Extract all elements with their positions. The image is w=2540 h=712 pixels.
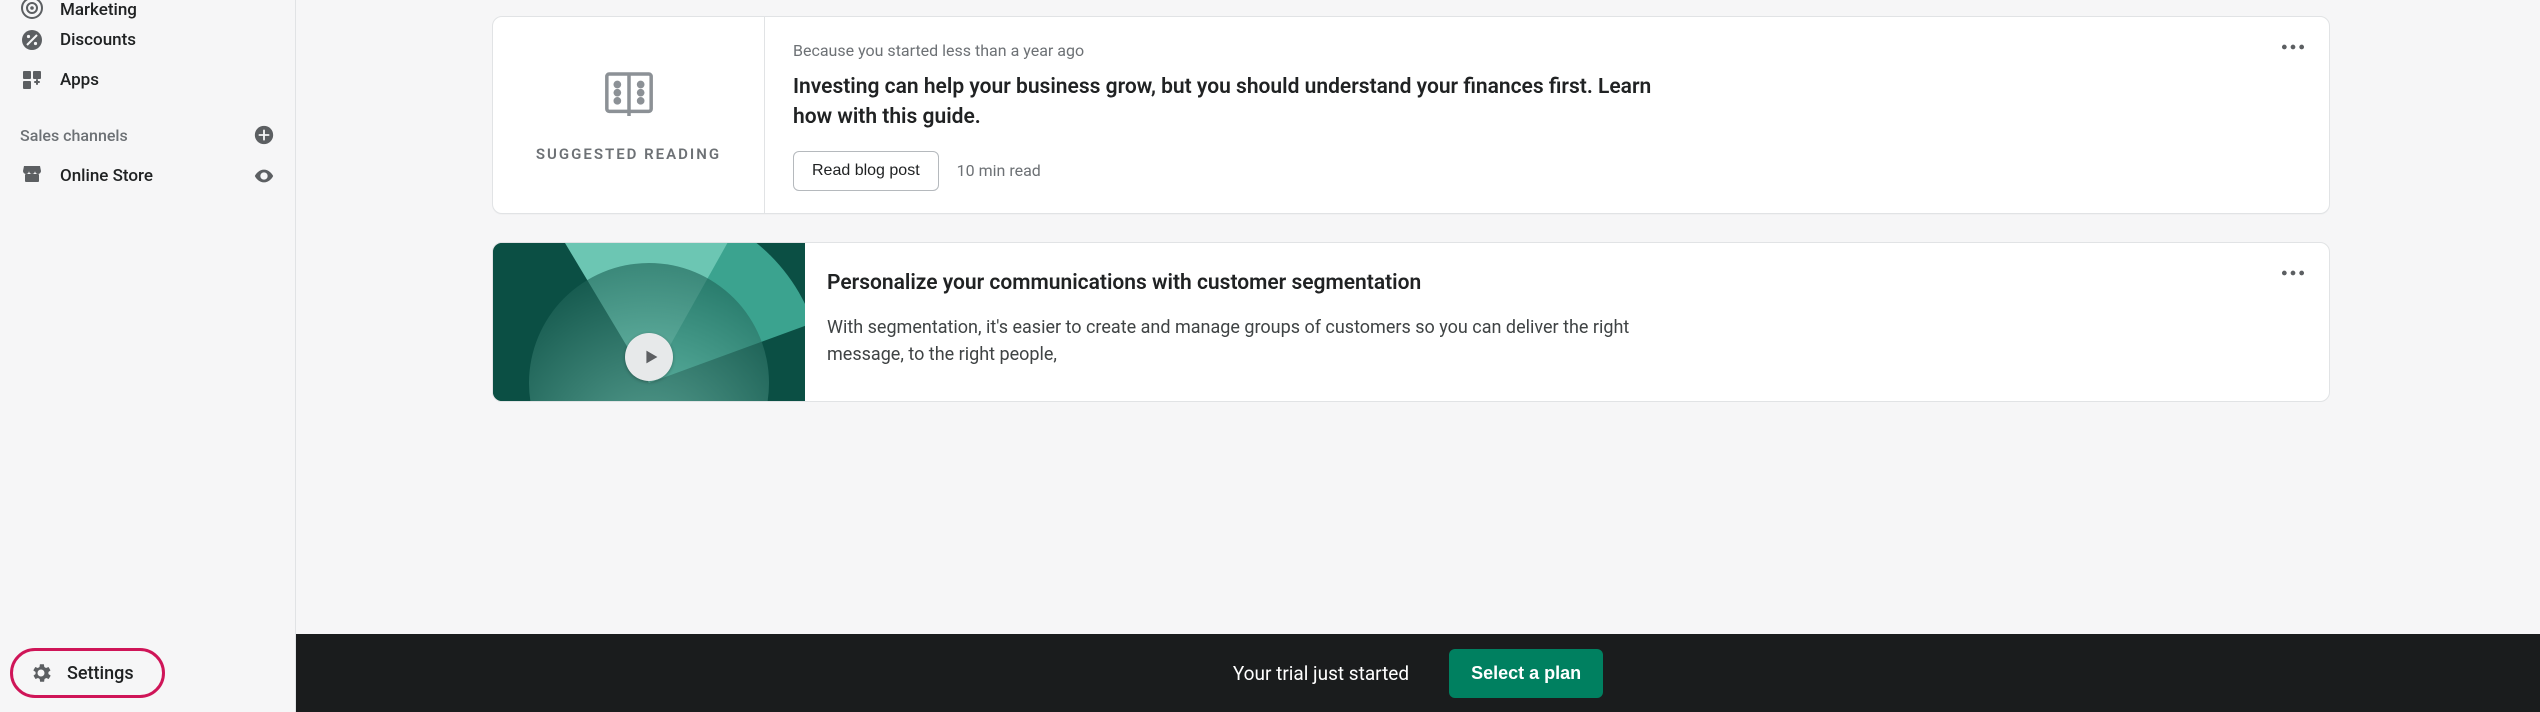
sidebar-item-label: Online Store bbox=[60, 166, 153, 186]
view-store-button[interactable] bbox=[253, 165, 275, 187]
sidebar-item-label: Marketing bbox=[60, 0, 137, 20]
sales-channels-header: Sales channels bbox=[0, 100, 295, 156]
store-icon bbox=[20, 162, 44, 191]
card-menu-button[interactable] bbox=[2279, 265, 2307, 281]
settings-label: Settings bbox=[67, 663, 134, 684]
card-menu-button[interactable] bbox=[2279, 39, 2307, 55]
read-blog-post-button[interactable]: Read blog post bbox=[793, 151, 939, 191]
select-plan-button[interactable]: Select a plan bbox=[1449, 649, 1603, 698]
read-time: 10 min read bbox=[957, 161, 1041, 180]
sidebar-item-label: Discounts bbox=[60, 30, 136, 50]
card-caption: SUGGESTED READING bbox=[536, 145, 721, 163]
trial-banner: Your trial just started Select a plan bbox=[296, 634, 2540, 712]
gear-icon bbox=[29, 661, 53, 685]
card-body: Because you started less than a year ago… bbox=[765, 17, 2329, 213]
sidebar-item-apps[interactable]: Apps bbox=[8, 60, 287, 100]
card-title: Personalize your communications with cus… bbox=[827, 269, 1607, 298]
nav-list: Marketing Discounts Apps bbox=[0, 0, 295, 100]
play-button[interactable] bbox=[625, 333, 673, 381]
target-icon bbox=[20, 0, 44, 20]
card-eyebrow: Because you started less than a year ago bbox=[793, 41, 2301, 60]
card-left-pane: SUGGESTED READING bbox=[493, 17, 765, 213]
sidebar-item-label: Apps bbox=[60, 70, 99, 90]
apps-icon bbox=[20, 68, 44, 92]
trial-message: Your trial just started bbox=[1233, 662, 1409, 685]
add-channel-button[interactable] bbox=[253, 124, 275, 146]
sidebar: Marketing Discounts Apps Sales channels bbox=[0, 0, 296, 712]
sidebar-item-marketing[interactable]: Marketing bbox=[8, 0, 287, 20]
sidebar-item-discounts[interactable]: Discounts bbox=[8, 20, 287, 60]
section-label: Sales channels bbox=[20, 126, 128, 145]
suggested-reading-card: SUGGESTED READING Because you started le… bbox=[492, 16, 2330, 214]
settings-button[interactable]: Settings bbox=[10, 648, 165, 698]
card-body: Personalize your communications with cus… bbox=[805, 243, 2329, 401]
app-root: Marketing Discounts Apps Sales channels bbox=[0, 0, 2540, 712]
percent-icon bbox=[20, 28, 44, 52]
card-actions: Read blog post 10 min read bbox=[793, 151, 2301, 191]
card-media bbox=[493, 243, 805, 401]
card-title: Investing can help your business grow, b… bbox=[793, 72, 1693, 133]
sidebar-item-online-store[interactable]: Online Store bbox=[0, 156, 295, 196]
segmentation-card: Personalize your communications with cus… bbox=[492, 242, 2330, 402]
main-content: SUGGESTED READING Because you started le… bbox=[296, 0, 2540, 712]
card-description: With segmentation, it's easier to create… bbox=[827, 314, 1647, 368]
book-icon bbox=[601, 67, 657, 123]
